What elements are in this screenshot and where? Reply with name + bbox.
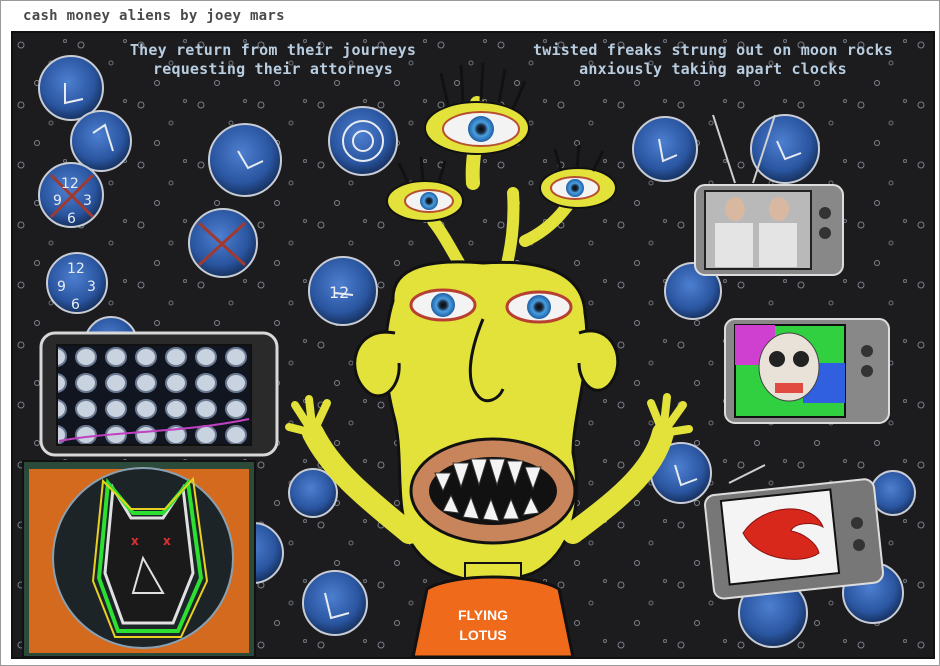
svg-text:12: 12 bbox=[329, 283, 349, 302]
svg-text:12: 12 bbox=[67, 261, 85, 277]
svg-text:9: 9 bbox=[57, 279, 66, 295]
svg-text:3: 3 bbox=[87, 279, 96, 295]
svg-text:x: x bbox=[131, 534, 139, 548]
shirt-text: FLYING LOTUS bbox=[443, 605, 523, 645]
tv-right-middle bbox=[724, 318, 890, 424]
caption-left-line2: requesting their attorneys bbox=[153, 60, 393, 78]
svg-text:9: 9 bbox=[53, 193, 62, 209]
tv-left-top bbox=[39, 331, 279, 457]
svg-text:6: 6 bbox=[67, 211, 76, 227]
tv-left-bottom: x x bbox=[22, 460, 256, 657]
caption-left: They return from their journeys requesti… bbox=[73, 41, 473, 79]
shirt-text-line2: LOTUS bbox=[459, 627, 507, 643]
caption-right: twisted freaks strung out on moon rocks … bbox=[493, 41, 933, 79]
svg-text:6: 6 bbox=[71, 297, 80, 313]
svg-text:3: 3 bbox=[83, 193, 92, 209]
caption-right-line2: anxiously taking apart clocks bbox=[579, 60, 847, 78]
shirt-text-line1: FLYING bbox=[457, 607, 509, 623]
svg-text:x: x bbox=[163, 534, 171, 548]
svg-text:12: 12 bbox=[61, 176, 79, 192]
artwork-illustration: 129 36 129 36 12 x x bbox=[13, 33, 933, 657]
caption-right-line1: twisted freaks strung out on moon rocks bbox=[533, 41, 893, 59]
artwork-canvas: 12 9 3 6 12 9 3 6 12 x x They return fro… bbox=[11, 31, 935, 659]
page-frame: cash money aliens by joey mars 12 9 3 6 … bbox=[0, 0, 940, 666]
caption-left-line1: They return from their journeys bbox=[129, 41, 417, 59]
page-title: cash money aliens by joey mars bbox=[23, 8, 285, 24]
